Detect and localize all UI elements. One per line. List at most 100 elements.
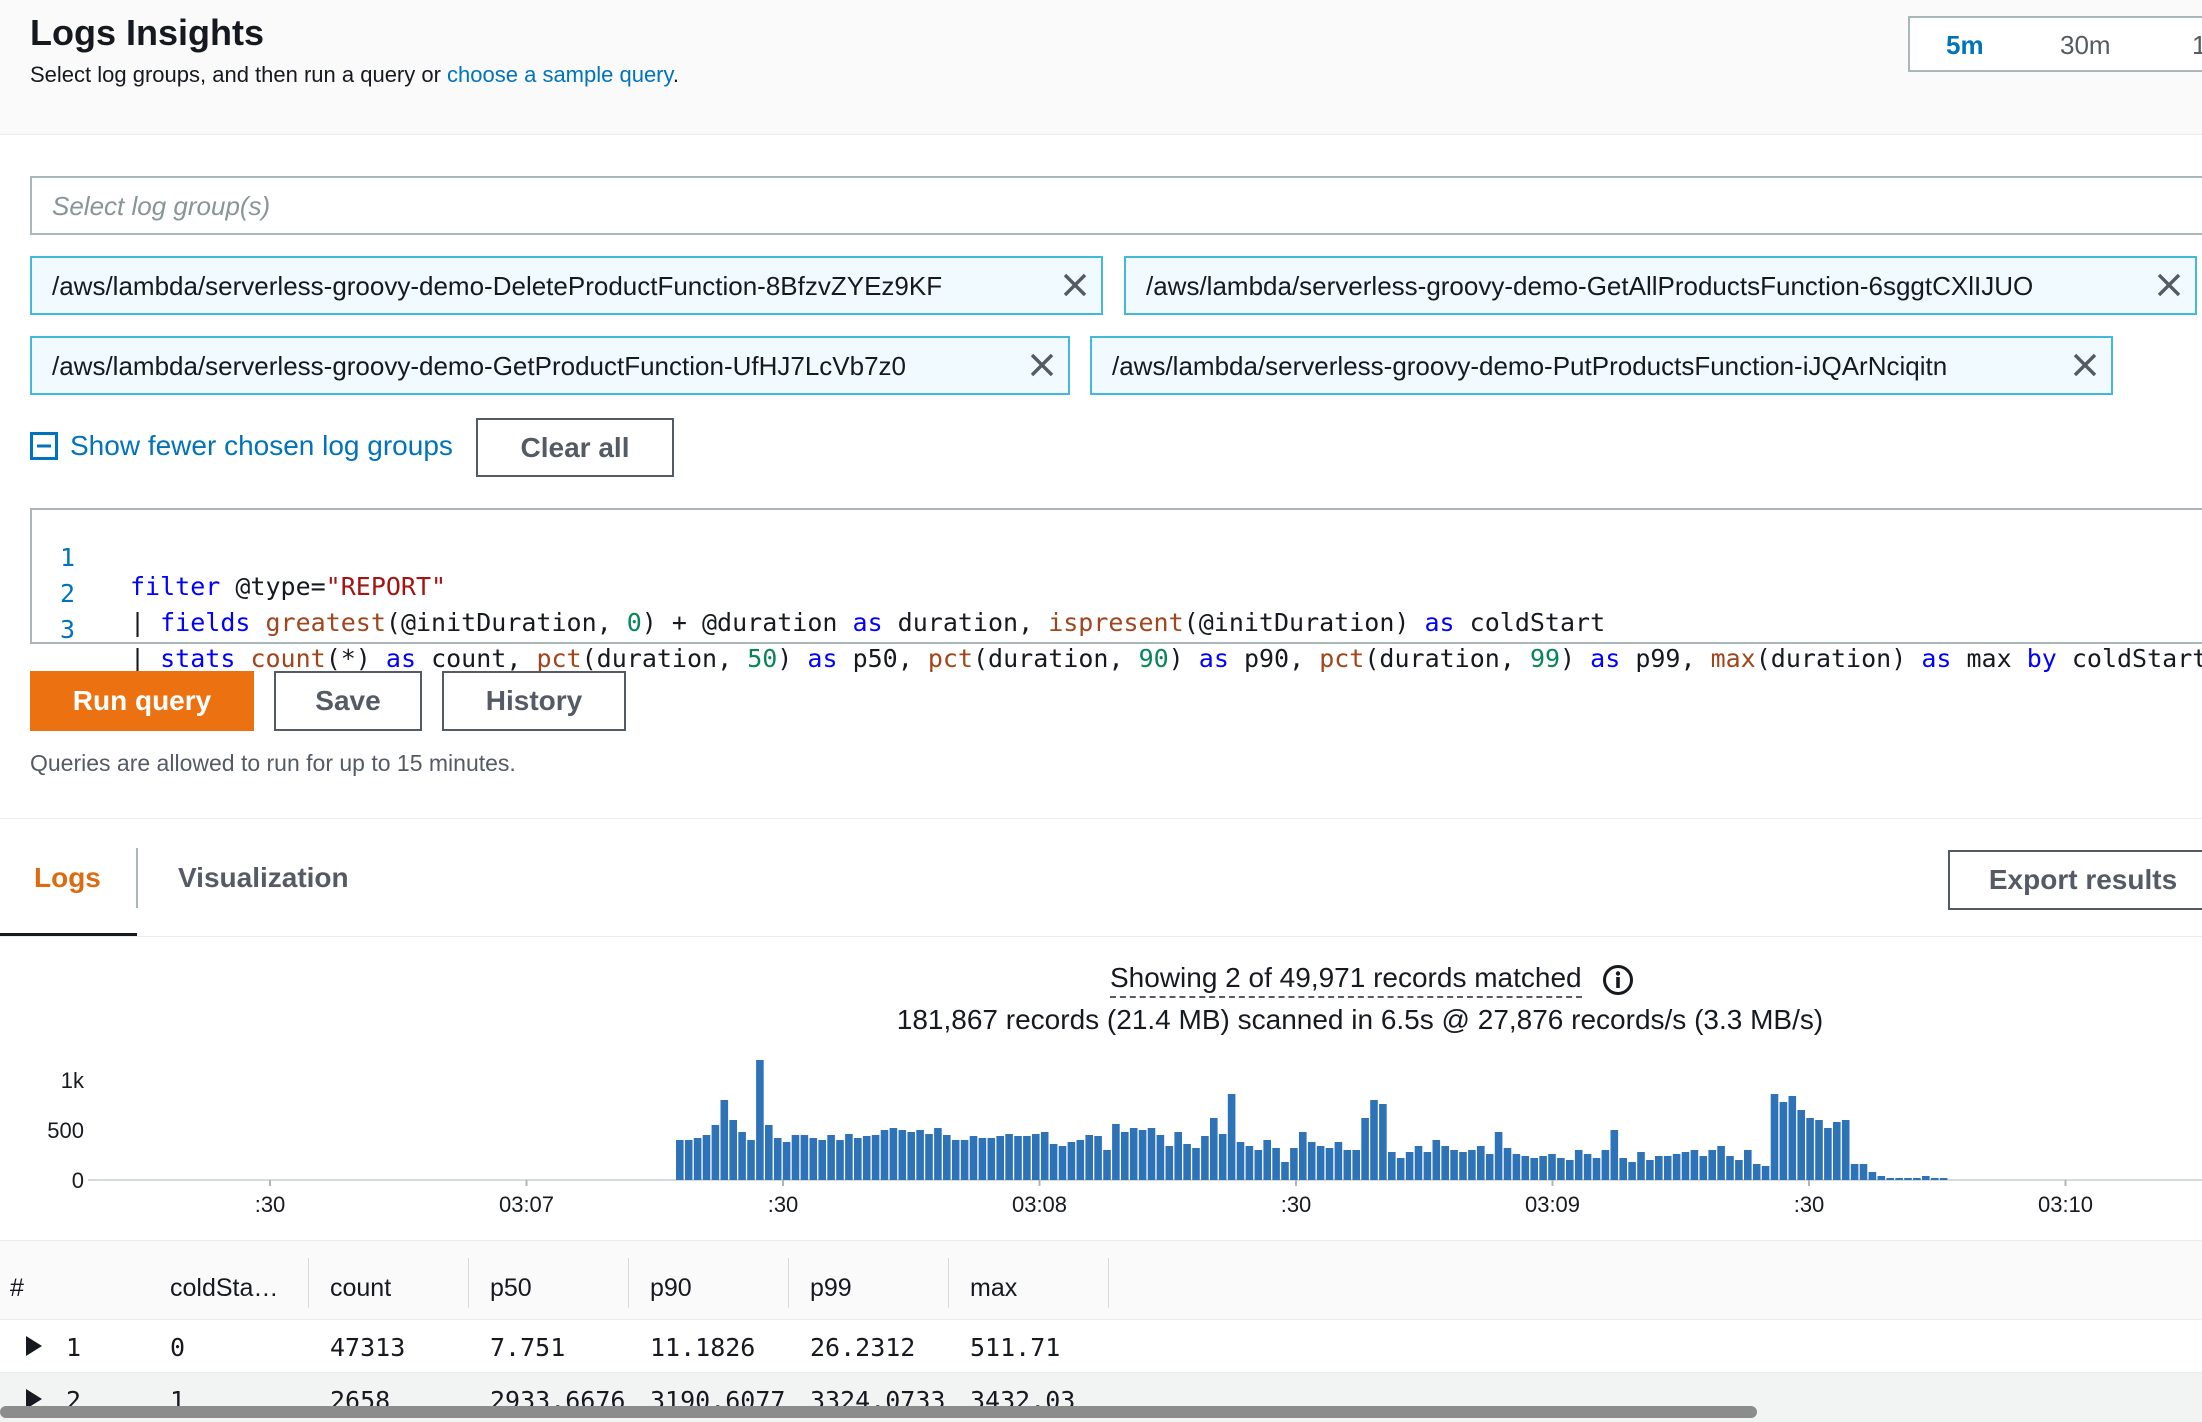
histogram-bar: [1824, 1128, 1832, 1180]
histogram-bar: [1752, 1164, 1761, 1180]
save-button[interactable]: Save: [274, 671, 422, 731]
column-header-p90[interactable]: p90: [650, 1274, 692, 1303]
column-header-max[interactable]: max: [970, 1274, 1017, 1303]
histogram-bar: [1512, 1154, 1521, 1180]
histogram-bar: [871, 1135, 880, 1180]
time-range-selector: 5m 30m 1: [1908, 16, 2202, 72]
collapse-icon[interactable]: [30, 432, 58, 460]
histogram-bar: [1530, 1158, 1538, 1180]
histogram-bar: [889, 1128, 898, 1180]
column-header-count[interactable]: count: [330, 1274, 391, 1303]
histogram-bar: [1868, 1172, 1877, 1180]
histogram-bar: [1770, 1094, 1779, 1180]
info-icon[interactable]: [1602, 964, 1634, 996]
table-cell: 26.2312: [810, 1333, 916, 1362]
histogram-bar: [711, 1125, 720, 1180]
column-header-coldstart[interactable]: coldSta…: [170, 1274, 278, 1303]
close-icon[interactable]: [1058, 268, 1092, 302]
clear-all-button[interactable]: Clear all: [476, 418, 674, 477]
histogram-bar: [1610, 1130, 1619, 1180]
histogram-bar: [720, 1100, 729, 1180]
histogram-bar: [1939, 1178, 1948, 1180]
histogram-bar: [1601, 1150, 1610, 1180]
histogram-bar: [818, 1140, 826, 1180]
histogram-bar: [1655, 1156, 1663, 1180]
column-header-p99[interactable]: p99: [810, 1274, 852, 1303]
show-fewer-link[interactable]: Show fewer chosen log groups: [70, 430, 453, 462]
histogram-bar: [1263, 1140, 1271, 1180]
export-results-button[interactable]: Export results: [1948, 850, 2202, 910]
log-group-select-input[interactable]: Select log group(s): [30, 176, 2202, 235]
histogram-bar: [1040, 1132, 1049, 1180]
tab-logs[interactable]: Logs: [34, 862, 101, 894]
histogram-bar: [1779, 1102, 1788, 1180]
table-cell: 11.1826: [650, 1333, 756, 1362]
log-group-placeholder: Select log group(s): [52, 191, 271, 221]
time-range-30m[interactable]: 30m: [2060, 30, 2111, 61]
histogram-bar: [1797, 1110, 1805, 1180]
y-tick-label: 1k: [61, 1068, 85, 1093]
x-tick-label: 03:07: [499, 1192, 554, 1217]
histogram-bar: [1930, 1178, 1939, 1180]
histogram-bar: [1210, 1118, 1218, 1180]
expand-row-icon[interactable]: [26, 1336, 42, 1356]
x-tick-label: :30: [768, 1192, 799, 1217]
close-icon[interactable]: [2068, 348, 2102, 382]
histogram-bar: [1067, 1142, 1076, 1180]
histogram-bar: [916, 1130, 924, 1180]
close-icon[interactable]: [1025, 348, 1059, 382]
log-group-token: /aws/lambda/serverless-groovy-demo-GetAl…: [1124, 256, 2197, 315]
histogram-bar: [1049, 1144, 1058, 1180]
histogram-bar: [1352, 1150, 1360, 1180]
horizontal-scrollbar[interactable]: [0, 1406, 1757, 1418]
histogram-bar: [1699, 1156, 1708, 1180]
histogram-bar: [1379, 1104, 1387, 1180]
records-scanned-text: 181,867 records (21.4 MB) scanned in 6.5…: [896, 1004, 1824, 1035]
histogram-bar: [827, 1135, 835, 1180]
page-title: Logs Insights: [30, 12, 264, 53]
histogram-bar: [1396, 1158, 1405, 1180]
histogram-bar: [1138, 1130, 1147, 1180]
histogram-bar: [1583, 1154, 1592, 1180]
histogram-bar: [1761, 1166, 1770, 1180]
histogram-bar: [747, 1140, 755, 1180]
histogram-bar: [1895, 1178, 1903, 1180]
histogram-bar: [791, 1135, 800, 1180]
histogram-bar: [1441, 1146, 1449, 1180]
histogram-bar: [1717, 1146, 1725, 1180]
histogram-bar: [1477, 1146, 1485, 1180]
histogram-bar: [934, 1128, 942, 1180]
histogram-bar: [1708, 1150, 1716, 1180]
histogram-bar: [756, 1060, 764, 1180]
histogram-bar: [1361, 1118, 1369, 1180]
column-separator: [1108, 1258, 1109, 1308]
histogram-bar: [1833, 1122, 1841, 1180]
histogram-bar: [1815, 1120, 1823, 1180]
run-query-button[interactable]: Run query: [30, 671, 254, 731]
sample-query-link[interactable]: choose a sample query: [447, 62, 673, 87]
x-tick-label: :30: [1281, 1192, 1312, 1217]
histogram-bar: [1850, 1164, 1859, 1180]
query-editor[interactable]: 1 filter @type="REPORT" 2 | fields great…: [30, 508, 2202, 673]
history-button[interactable]: History: [442, 671, 626, 731]
tab-separator: [136, 848, 138, 908]
records-matched-summary[interactable]: Showing 2 of 49,971 records matched: [1110, 962, 1582, 998]
histogram-bar: [1325, 1148, 1334, 1180]
tab-visualization[interactable]: Visualization: [178, 862, 349, 894]
log-group-token: /aws/lambda/serverless-groovy-demo-Delet…: [30, 256, 1103, 315]
histogram-bar: [1886, 1178, 1894, 1180]
histogram-bar: [1405, 1152, 1414, 1180]
close-icon[interactable]: [2152, 268, 2186, 302]
histogram-bar: [1129, 1128, 1138, 1180]
log-group-token-label: /aws/lambda/serverless-groovy-demo-PutPr…: [1112, 351, 1948, 381]
time-range-more[interactable]: 1: [2192, 30, 2202, 61]
histogram-bar: [1165, 1146, 1174, 1180]
subtitle-suffix: .: [672, 62, 680, 87]
histogram-bar: [1227, 1094, 1236, 1180]
histogram-bar: [1619, 1158, 1627, 1180]
column-header-p50[interactable]: p50: [490, 1274, 532, 1303]
editor-line-code: | stats count(*) as count, pct(duration,…: [130, 644, 2202, 673]
histogram-bar: [729, 1120, 737, 1180]
time-range-5m[interactable]: 5m: [1946, 30, 1984, 61]
x-tick-label: :30: [255, 1192, 286, 1217]
